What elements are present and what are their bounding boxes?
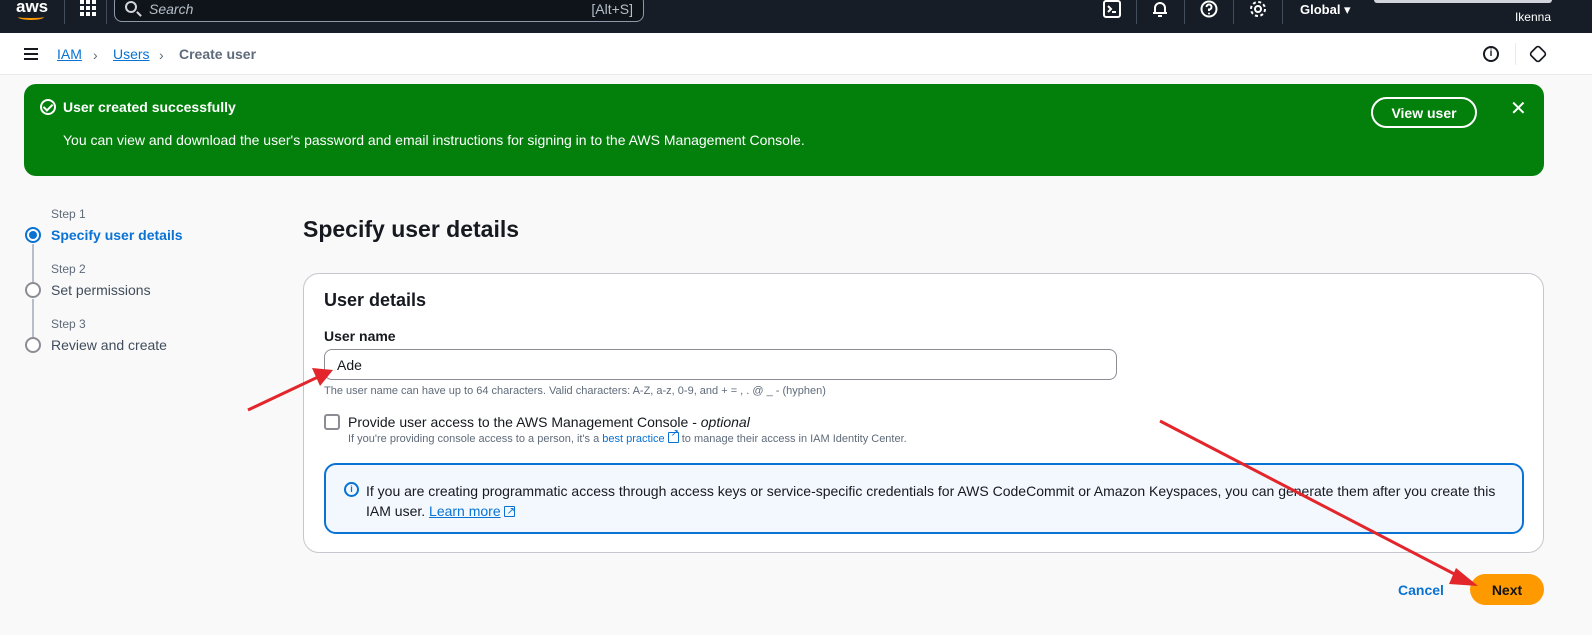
programmatic-access-info-alert: i If you are creating programmatic acces… <box>324 463 1524 534</box>
username-hint: The user name can have up to 64 characte… <box>324 385 826 397</box>
settings-gear-icon[interactable] <box>1249 0 1269 20</box>
security-hexagon-icon[interactable] <box>1528 44 1548 64</box>
info-text: If you are creating programmatic access … <box>366 481 1506 522</box>
breadcrumb-users[interactable]: Users <box>113 46 150 62</box>
username-label: User name <box>324 328 396 344</box>
optional-label: optional <box>700 414 750 430</box>
step-2-label: Step 2 <box>51 262 86 276</box>
info-icon: i <box>344 482 359 497</box>
external-link-icon <box>503 502 515 522</box>
check-circle-icon <box>40 99 56 115</box>
menu-hamburger-icon[interactable] <box>24 48 38 63</box>
user-name[interactable]: Ikenna <box>1515 10 1551 24</box>
region-selector[interactable]: Global ▾ <box>1300 2 1351 18</box>
breadcrumb-create-user: Create user <box>179 46 257 62</box>
divider <box>1515 43 1516 65</box>
services-grid-icon[interactable] <box>80 0 98 18</box>
search-input[interactable]: Search [Alt+S] <box>114 0 644 22</box>
username-input[interactable] <box>324 349 1117 380</box>
success-flash-banner: User created successfully You can view a… <box>24 84 1544 176</box>
breadcrumb-iam[interactable]: IAM <box>57 46 82 62</box>
next-button[interactable]: Next <box>1470 574 1544 605</box>
view-user-button[interactable]: View user <box>1371 97 1477 128</box>
step-2-indicator <box>25 282 41 298</box>
search-placeholder: Search <box>149 1 194 17</box>
cloudshell-icon[interactable] <box>1103 0 1123 20</box>
divider <box>1136 0 1137 24</box>
step-2-name: Set permissions <box>51 282 151 298</box>
step-3-label: Step 3 <box>51 317 86 331</box>
console-access-description: If you're providing console access to a … <box>348 428 907 445</box>
step-1-name[interactable]: Specify user details <box>51 227 183 243</box>
flash-message: You can view and download the user's pas… <box>63 132 805 148</box>
search-icon <box>125 1 137 13</box>
step-3-name: Review and create <box>51 337 167 353</box>
step-1-indicator <box>25 227 41 243</box>
divider <box>1184 0 1185 24</box>
divider <box>1282 0 1283 24</box>
close-icon[interactable]: ✕ <box>1510 96 1527 121</box>
chevron-right-icon: › <box>159 47 164 63</box>
top-navigation-bar: aws Search [Alt+S] Global ▾ Ikenna <box>0 0 1592 33</box>
console-access-checkbox[interactable] <box>324 414 340 430</box>
search-shortcut: [Alt+S] <box>591 1 633 17</box>
best-practice-link[interactable]: best practice <box>602 433 664 445</box>
account-menu[interactable] <box>1374 0 1552 3</box>
page-title: Specify user details <box>303 216 520 242</box>
info-panel-icon[interactable]: i <box>1483 46 1499 62</box>
aws-smile-icon <box>18 14 44 20</box>
divider <box>64 0 65 24</box>
cancel-button[interactable]: Cancel <box>1398 582 1444 598</box>
console-access-label[interactable]: Provide user access to the AWS Managemen… <box>348 414 750 430</box>
breadcrumb-bar: IAM › Users › Create user i <box>0 33 1592 75</box>
user-details-container: User details User name The user name can… <box>303 273 1544 553</box>
notifications-bell-icon[interactable] <box>1151 0 1171 20</box>
step-1-label: Step 1 <box>51 207 86 221</box>
step-3-indicator <box>25 337 41 353</box>
chevron-right-icon: › <box>93 47 98 63</box>
flash-title: User created successfully <box>63 99 236 115</box>
divider <box>1233 0 1234 24</box>
external-link-icon <box>667 428 679 443</box>
step-connector <box>32 244 34 282</box>
card-title: User details <box>324 290 427 310</box>
learn-more-link[interactable]: Learn more <box>429 503 501 519</box>
help-icon[interactable] <box>1200 0 1220 20</box>
step-connector <box>32 299 34 337</box>
divider <box>106 0 107 24</box>
